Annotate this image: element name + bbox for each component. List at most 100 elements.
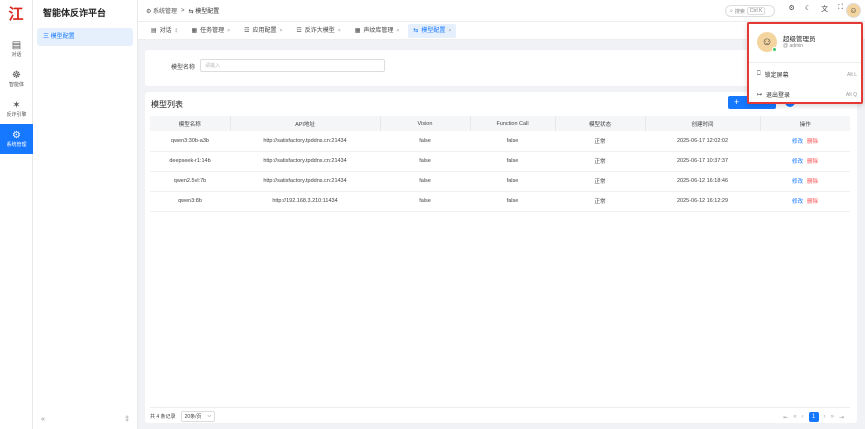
model-name-cell: deepseek-r1:14b bbox=[150, 151, 230, 172]
vision-cell: false bbox=[380, 191, 470, 212]
next-group-icon[interactable]: » bbox=[831, 414, 834, 420]
api-url-cell: http://satisfactory.tpddns.cn:21434 bbox=[230, 131, 380, 152]
prev-page-icon[interactable]: ‹ bbox=[802, 414, 804, 420]
rail-item-label: 智能体 bbox=[8, 82, 24, 88]
prev-group-icon[interactable]: « bbox=[793, 414, 796, 420]
platform-title: 智能体反诈平台 bbox=[43, 8, 107, 18]
pin-icon[interactable]: ‡ bbox=[175, 24, 178, 38]
column-header: Vision bbox=[380, 116, 471, 131]
model-name-label: 模型名称 bbox=[171, 65, 196, 71]
close-icon[interactable]: × bbox=[448, 24, 451, 38]
model-table: 模型名称 API地址 Vision Function Call 模型状态 创建时… bbox=[150, 116, 850, 212]
model-list-panel: 模型列表 + 模型名称 API地址 Vision Function Call 模… bbox=[145, 92, 857, 423]
column-header: API地址 bbox=[230, 116, 381, 131]
column-header: Function Call bbox=[470, 116, 556, 131]
model-icon: ☲ bbox=[296, 27, 302, 34]
rail-item-system[interactable]: ⚙ 系统管理 bbox=[0, 124, 33, 154]
rail-item-agent[interactable]: ☸ 智能体 bbox=[0, 64, 33, 94]
search-shortcut: Ctrl K bbox=[746, 7, 766, 15]
actions-cell: 修改 删除 bbox=[760, 171, 850, 192]
tab-label: 模型配置 bbox=[421, 27, 446, 34]
fullscreen-icon[interactable]: ⛶ bbox=[838, 4, 843, 14]
search-label: 搜索 bbox=[734, 8, 745, 15]
breadcrumb-item: ⇆ 模型配置 bbox=[188, 9, 220, 15]
chat-icon: ▤ bbox=[151, 27, 157, 34]
logout-button[interactable]: ↦ 退出登录 Alt Q bbox=[757, 90, 857, 100]
pagination: ⇤ « ‹ 1 › » ⇥ bbox=[783, 412, 844, 422]
voiceprint-icon: ▦ bbox=[354, 27, 361, 34]
status-cell: 正常 bbox=[555, 191, 645, 212]
status-cell: 正常 bbox=[555, 151, 645, 172]
first-page-icon[interactable]: ⇤ bbox=[783, 414, 788, 421]
model-config-icon: ⇆ bbox=[413, 27, 419, 34]
sidebar: 智能体反诈平台 三 模型配置 « ‡ bbox=[33, 0, 138, 429]
column-header: 模型名称 bbox=[150, 116, 231, 131]
engine-icon: ✶ bbox=[12, 100, 21, 111]
search-button[interactable]: ⌕ 搜索 Ctrl K bbox=[725, 5, 775, 17]
tab-model-config[interactable]: ⇆ 模型配置 × bbox=[408, 23, 457, 38]
rail-item-label: 系统管理 bbox=[6, 142, 27, 148]
tab-app-config[interactable]: ☲ 应用配置 × bbox=[239, 24, 287, 38]
function-call-cell: false bbox=[470, 131, 555, 152]
close-icon[interactable]: × bbox=[279, 24, 282, 38]
close-icon[interactable]: × bbox=[338, 24, 341, 38]
current-page[interactable]: 1 bbox=[808, 412, 819, 422]
delete-button[interactable]: 删除 bbox=[807, 179, 818, 185]
close-icon[interactable]: × bbox=[227, 24, 230, 38]
last-page-icon[interactable]: ⇥ bbox=[839, 414, 844, 421]
theme-icon[interactable]: ☾ bbox=[805, 4, 811, 14]
close-icon[interactable]: × bbox=[396, 24, 399, 38]
delete-button[interactable]: 删除 bbox=[807, 139, 818, 145]
delete-button[interactable]: 删除 bbox=[807, 199, 818, 205]
chat-icon: ▤ bbox=[11, 40, 22, 51]
language-icon[interactable]: 文 bbox=[821, 4, 828, 14]
collapse-icon[interactable]: « bbox=[41, 416, 45, 423]
function-call-cell: false bbox=[470, 151, 555, 172]
tab-voiceprint[interactable]: ▦ 声纹库管理 × bbox=[350, 24, 405, 38]
sidebar-item-model-config[interactable]: 三 模型配置 bbox=[37, 28, 133, 46]
pin-icon[interactable]: ‡ bbox=[125, 416, 129, 423]
edit-button[interactable]: 修改 bbox=[792, 199, 803, 205]
edit-button[interactable]: 修改 bbox=[792, 179, 803, 185]
created-time-cell: 2025-06-12 16:18:46 bbox=[645, 171, 760, 192]
app-logo: 江 bbox=[8, 6, 24, 23]
rail-item-chat[interactable]: ▤ 对话 bbox=[0, 34, 33, 64]
actions-cell: 修改 删除 bbox=[760, 191, 850, 212]
logout-shortcut: Alt Q bbox=[845, 91, 857, 98]
avatar[interactable]: ☺ bbox=[846, 3, 861, 18]
model-name-cell: qwen2.5vl:7b bbox=[150, 171, 230, 192]
actions-cell: 修改 删除 bbox=[760, 131, 850, 152]
lock-screen-button[interactable]: ⎕ 锁定屏幕 Alt L bbox=[757, 70, 857, 79]
agent-icon: ☸ bbox=[12, 70, 21, 81]
page-size-select[interactable]: 20条/页 ⌵ bbox=[180, 411, 216, 422]
tab-label: 反诈大模型 bbox=[304, 27, 335, 34]
model-name-input[interactable] bbox=[200, 59, 385, 72]
edit-button[interactable]: 修改 bbox=[792, 139, 803, 145]
edit-button[interactable]: 修改 bbox=[792, 159, 803, 165]
settings-icon[interactable]: ⚙ bbox=[789, 4, 795, 14]
table-row: qwen2.5vl:7b http://satisfactory.tpddns.… bbox=[150, 171, 850, 192]
gear-icon: ⚙ bbox=[12, 130, 21, 141]
rail-item-engine[interactable]: ✶ 反诈引擎 bbox=[0, 94, 33, 124]
function-call-cell: false bbox=[470, 171, 555, 192]
breadcrumb-item[interactable]: ⚙ 系统管理 bbox=[146, 6, 177, 15]
tab-chat[interactable]: ▤ 对话 ‡ bbox=[146, 24, 182, 38]
next-page-icon[interactable]: › bbox=[824, 414, 826, 420]
tab-label: 任务管理 bbox=[200, 27, 225, 34]
column-header: 操作 bbox=[760, 116, 850, 131]
user-menu-popup: ☺ 超级管理员 @ admin ⎕ 锁定屏幕 Alt L ↦ 退出登录 Alt … bbox=[747, 22, 863, 104]
app-rail: 江 ▤ 对话 ☸ 智能体 ✶ 反诈引擎 ⚙ 系统管理 bbox=[0, 0, 33, 429]
user-username: @ admin bbox=[783, 43, 804, 49]
toolbar: ⚙ ☾ 文 ⛶ bbox=[789, 4, 843, 14]
model-name-cell: qwen3:30b-a3b bbox=[150, 131, 230, 152]
chevron-down-icon: ⌵ bbox=[207, 413, 212, 419]
tab-task[interactable]: ▦ 任务管理 × bbox=[186, 24, 235, 38]
created-time-cell: 2025-06-12 16:12:29 bbox=[645, 191, 760, 212]
breadcrumb-separator: > bbox=[181, 7, 185, 14]
delete-button[interactable]: 删除 bbox=[807, 159, 818, 165]
search-icon: ⌕ bbox=[730, 8, 733, 14]
actions-cell: 修改 删除 bbox=[760, 151, 850, 172]
tab-label: 声纹库管理 bbox=[363, 27, 394, 34]
tab-fraud-model[interactable]: ☲ 反诈大模型 × bbox=[291, 24, 345, 38]
status-cell: 正常 bbox=[555, 131, 645, 152]
